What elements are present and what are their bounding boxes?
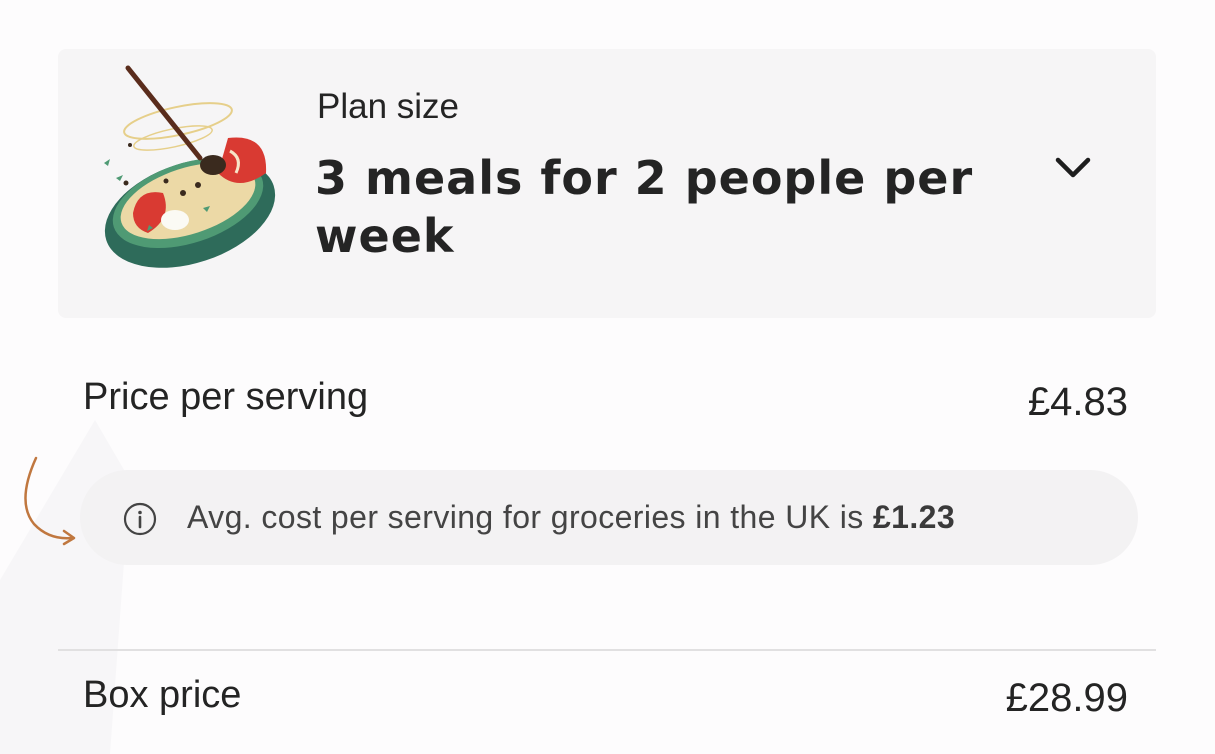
plan-size-label: Plan size [317, 87, 460, 126]
chevron-down-icon[interactable] [1053, 149, 1093, 189]
info-text-amount: £1.23 [872, 499, 956, 535]
info-icon [123, 502, 157, 536]
price-per-serving-value: £4.83 [1027, 380, 1128, 424]
bowl-with-spoon-illustration [104, 65, 276, 268]
divider [58, 649, 1156, 651]
grocery-cost-info-banner: Avg. cost per serving for groceries in t… [80, 470, 1138, 565]
plan-size-selector[interactable]: Plan size 3 meals for 2 people per week [58, 49, 1156, 318]
plan-size-value: 3 meals for 2 people per week [315, 151, 974, 263]
price-per-serving-label: Price per serving [83, 376, 369, 418]
box-price-label: Box price [83, 674, 242, 716]
curved-arrow-icon [24, 456, 76, 546]
box-price-value: £28.99 [1005, 676, 1128, 720]
grocery-cost-info-text: Avg. cost per serving for groceries in t… [187, 499, 955, 536]
info-text-prefix: Avg. cost per serving for groceries in t… [187, 499, 873, 535]
